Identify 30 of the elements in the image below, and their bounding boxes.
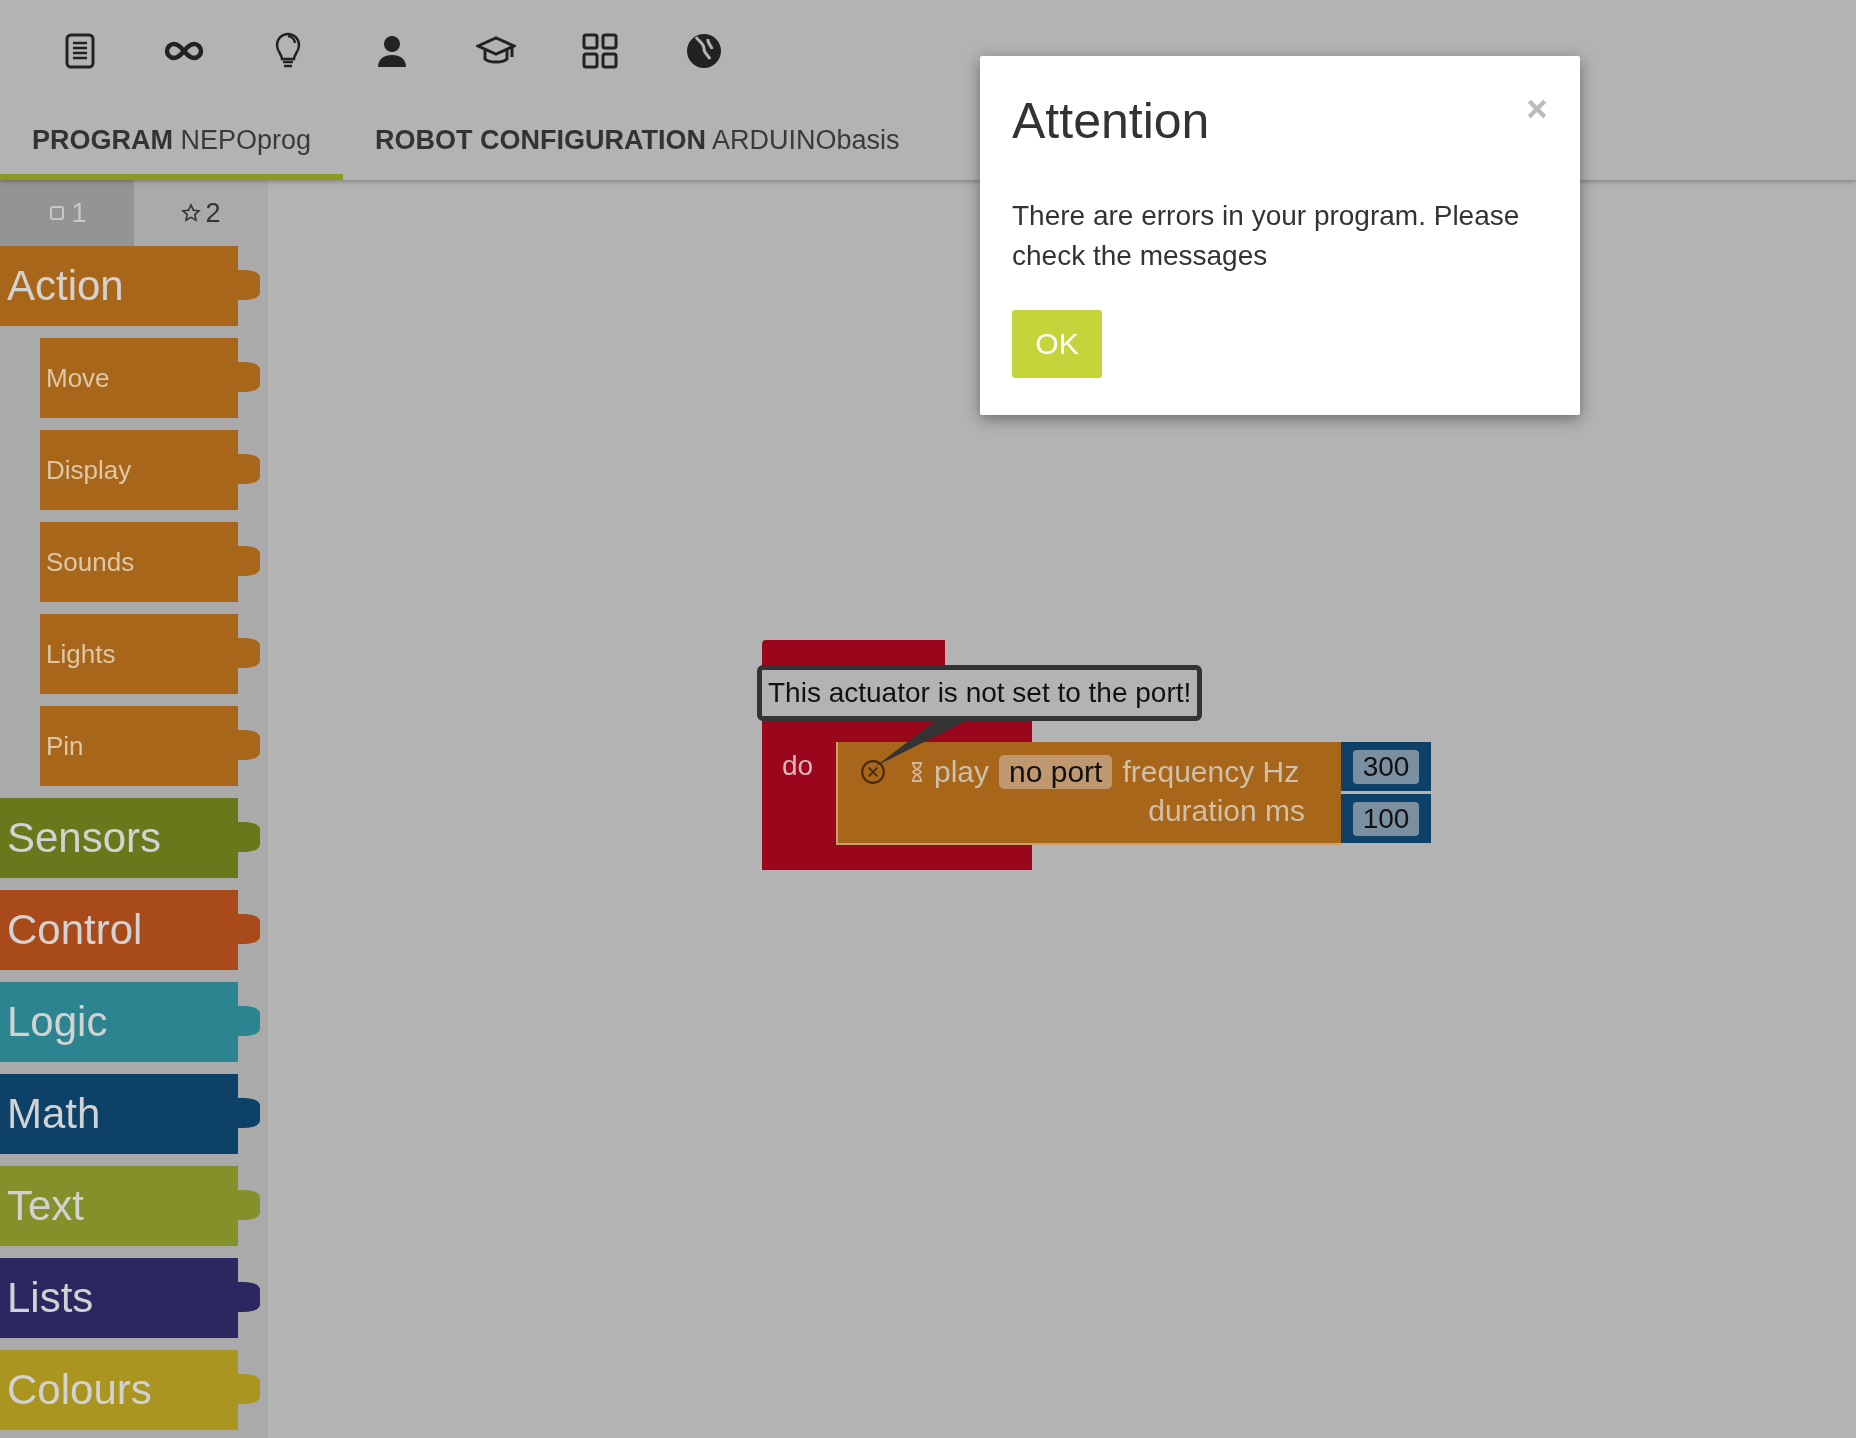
program-tab[interactable]: ROBOT CONFIGURATION ARDUINObasis <box>343 125 932 180</box>
block-label: duration ms <box>1148 794 1305 828</box>
subcategory-item[interactable]: Move <box>40 338 260 418</box>
subcategory-item[interactable]: Lights <box>40 614 260 694</box>
star-icon <box>181 203 202 223</box>
block-label: do <box>782 750 814 782</box>
port-dropdown[interactable]: no port <box>999 755 1113 789</box>
block-label: frequency Hz <box>1122 755 1300 789</box>
ok-button[interactable]: OK <box>1012 310 1102 378</box>
category-item[interactable]: Math <box>0 1074 260 1154</box>
error-tooltip: This actuator is not set to the port! <box>757 665 1203 721</box>
subcategory-item[interactable]: Pin <box>40 706 260 786</box>
category-item[interactable]: Text <box>0 1166 260 1246</box>
play-block[interactable]: play no port frequency Hz duration ms <box>836 742 1341 845</box>
dialog-title: Attention <box>1012 92 1210 150</box>
number-block[interactable]: 100 <box>1341 794 1431 843</box>
category-item[interactable]: Action <box>0 246 260 326</box>
category-item[interactable]: Colours <box>0 1350 260 1430</box>
category-item[interactable]: Lists <box>0 1258 260 1338</box>
category-item[interactable]: Logic <box>0 982 260 1062</box>
number-block[interactable]: 300 <box>1341 742 1431 791</box>
category-item[interactable]: Control <box>0 890 260 970</box>
subcategory-item[interactable]: Display <box>40 430 260 510</box>
category-item[interactable]: Sensors <box>0 798 260 878</box>
hourglass-icon <box>910 761 924 783</box>
subcategory-item[interactable]: Sounds <box>40 522 260 602</box>
block-label: play <box>934 755 990 789</box>
error-icon[interactable] <box>860 759 886 785</box>
level-tab[interactable]: 2 <box>134 180 268 246</box>
dialog-message: There are errors in your program. Please check the messages <box>1012 199 1521 273</box>
